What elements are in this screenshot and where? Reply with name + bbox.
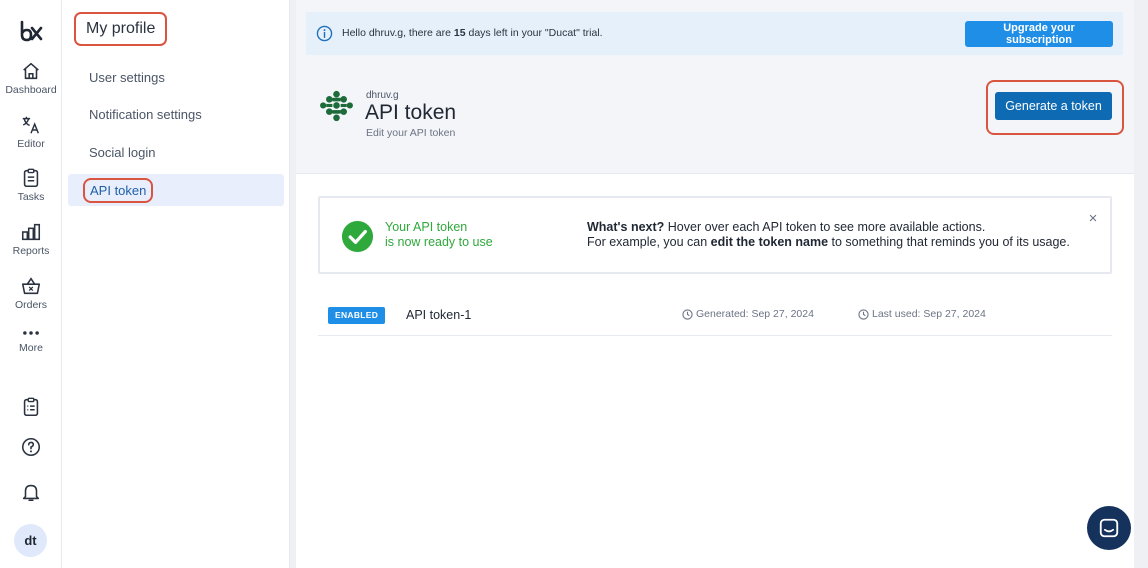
generate-token-highlight: Generate a token [986,80,1124,135]
token-ready-notice: Your API token is now ready to use What'… [318,196,1112,274]
page-title: API token [365,101,457,124]
clock-icon [682,308,693,320]
help-button[interactable] [19,435,43,459]
profile-sidebar: My profile User settings Notification se… [62,0,290,568]
sidebar-item-social-login[interactable]: Social login [68,136,284,168]
token-generated: Generated: Sep 27, 2024 [682,308,814,320]
rail-item-label: Reports [12,245,50,257]
trial-message-prefix: Hello dhruv.g, there are [342,27,454,39]
rail-item-more[interactable]: More [0,326,62,354]
clock-icon [858,308,869,320]
rail-item-editor[interactable]: Editor [0,114,62,150]
user-avatar[interactable]: dt [14,524,47,557]
close-icon[interactable]: × [1086,211,1100,226]
tasks-list-button[interactable] [19,395,43,419]
chat-icon [1099,518,1119,538]
token-generated-label: Generated: Sep 27, 2024 [696,308,814,320]
trial-banner: Hello dhruv.g, there are 15 days left in… [306,12,1123,55]
upgrade-subscription-button[interactable]: Upgrade your subscription [965,21,1113,47]
notice-next-heading: What's next? [587,220,665,234]
trial-message-suffix: days left in your "Ducat" trial. [465,27,603,39]
translate-icon [22,116,40,134]
sidebar-item-notification-settings[interactable]: Notification settings [68,98,284,130]
right-gutter [1134,0,1148,568]
app-logo-icon[interactable] [19,20,43,42]
page-subtitle: Edit your API token [366,127,456,139]
generate-token-button[interactable]: Generate a token [995,92,1112,120]
trial-days-count: 15 [453,27,466,39]
clipboard-icon [23,168,39,188]
rail-item-label: More [19,342,43,354]
rail-item-label: Editor [17,138,45,150]
sidebar-title: My profile [74,12,168,46]
sidebar-item-user-settings[interactable]: User settings [68,61,284,93]
sidebar-item-label: API token [83,177,154,203]
basket-icon [21,277,41,295]
sidebar-item-api-token[interactable]: API token [68,174,284,206]
token-last-used-label: Last used: Sep 27, 2024 [872,308,986,320]
rail-item-orders[interactable]: Orders [0,275,62,311]
rail-item-label: Tasks [17,191,45,203]
table-row[interactable]: ENABLED API token-1 Generated: Sep 27, 2… [318,296,1112,336]
notice-next-text: What's next? Hover over each API token t… [587,220,985,234]
home-icon [23,62,39,80]
rail-item-label: Orders [14,299,48,311]
rail-item-dashboard[interactable]: Dashboard [0,60,62,96]
notice-title-line1: Your API token [385,220,468,234]
trial-message: Hello dhruv.g, there are 15 days left in… [342,27,603,39]
page-header: Hello dhruv.g, there are 15 days left in… [296,0,1134,174]
token-last-used: Last used: Sep 27, 2024 [858,308,986,320]
notice-title-line2: is now ready to use [385,235,493,249]
more-dots-icon [23,331,39,335]
sidebar-item-label: Social login [89,144,156,160]
rail-item-reports[interactable]: Reports [0,221,62,257]
notifications-button[interactable] [19,480,43,504]
page-username: dhruv.g [366,90,399,101]
sidebar-item-label: Notification settings [89,106,202,122]
sidebar-item-label: User settings [89,69,165,85]
chat-launcher-button[interactable] [1087,506,1131,550]
notice-example-emphasis: edit the token name [710,235,829,249]
clipboard-list-icon [23,397,39,417]
main-content: Hello dhruv.g, there are 15 days left in… [296,0,1134,568]
org-logo-icon [320,90,353,122]
token-name[interactable]: API token-1 [406,308,471,322]
info-icon [316,25,333,42]
notice-example-text: For example, you can edit the token name… [587,235,1070,249]
notice-next-body: Hover over each API token to see more av… [664,220,986,234]
check-circle-icon [341,220,374,253]
app-rail: Dashboard Editor Tasks Reports Orders Mo… [0,0,62,568]
notice-example-suffix: to something that reminds you of its usa… [828,235,1070,249]
rail-item-tasks[interactable]: Tasks [0,167,62,203]
rail-item-label: Dashboard [5,84,57,96]
bar-chart-icon [21,223,41,241]
bell-icon [22,484,40,502]
status-badge: ENABLED [328,307,386,324]
help-icon [21,437,41,457]
notice-example-prefix: For example, you can [587,235,711,249]
